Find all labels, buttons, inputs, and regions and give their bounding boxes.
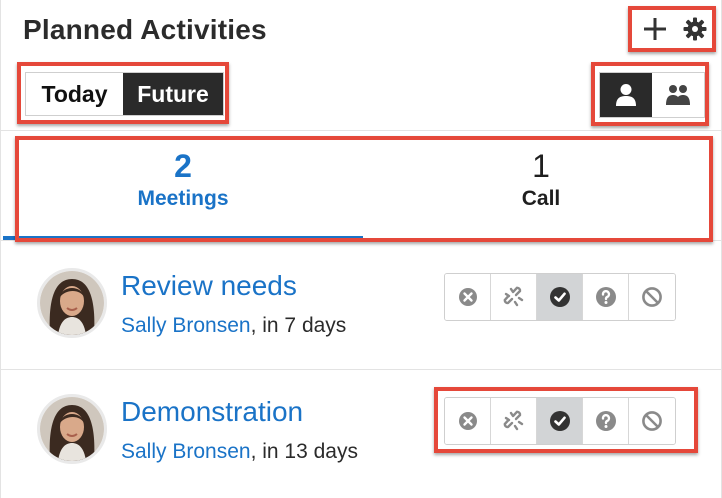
meetings-label: Meetings [137, 187, 229, 210]
list-item: Demonstration Sally Bronsen, in 13 days [1, 370, 722, 490]
list-item: Review needs Sally Bronsen, in 7 days [1, 250, 722, 370]
tentative-button[interactable] [583, 274, 629, 320]
held-button[interactable] [537, 274, 583, 320]
meeting-subtitle: Sally Bronsen, in 13 days [121, 440, 358, 464]
remove-button[interactable] [445, 274, 491, 320]
unlink-icon [503, 410, 523, 431]
held-check-icon [549, 411, 570, 431]
tentative-question-icon [595, 287, 616, 307]
held-check-icon [549, 287, 570, 307]
tab-calls[interactable]: 1 Call [381, 146, 701, 212]
due-text: , in 13 days [250, 440, 358, 463]
planned-activities-dashlet: Planned Activities Today Future 2 Meetin… [0, 0, 722, 498]
unlink-icon [503, 286, 523, 307]
tentative-button[interactable] [583, 398, 629, 444]
assigned-user-link[interactable]: Sally Bronsen [121, 440, 251, 463]
date-filter-toggle: Today Future [25, 72, 224, 116]
meetings-count: 2 [174, 148, 192, 184]
future-button[interactable]: Future [123, 73, 223, 115]
status-buttons [444, 273, 676, 321]
group-users-icon [666, 85, 690, 105]
remove-button[interactable] [445, 398, 491, 444]
avatar[interactable] [37, 268, 107, 338]
decline-button[interactable] [629, 274, 675, 320]
status-buttons [444, 397, 676, 445]
tentative-question-icon [595, 411, 616, 431]
unlink-button[interactable] [491, 274, 537, 320]
single-user-icon [616, 84, 636, 106]
header-divider [1, 130, 722, 131]
visibility-toggle [599, 72, 705, 118]
my-items-button[interactable] [600, 73, 652, 117]
assigned-user-link[interactable]: Sally Bronsen [121, 314, 251, 337]
dashlet-title: Planned Activities [23, 14, 267, 45]
due-text: , in 7 days [250, 314, 347, 337]
tabs-divider [1, 240, 722, 241]
decline-button[interactable] [629, 398, 675, 444]
calls-label: Call [521, 187, 561, 210]
team-items-button[interactable] [652, 73, 704, 117]
calls-count: 1 [532, 148, 550, 184]
avatar[interactable] [37, 394, 107, 464]
meeting-subtitle: Sally Bronsen, in 7 days [121, 314, 346, 338]
gear-icon[interactable] [682, 16, 708, 42]
decline-ban-icon [642, 411, 662, 431]
unlink-button[interactable] [491, 398, 537, 444]
remove-icon [458, 288, 477, 306]
decline-ban-icon [642, 287, 662, 307]
meeting-title-link[interactable]: Demonstration [121, 396, 303, 428]
plus-icon[interactable] [642, 16, 668, 42]
meeting-title-link[interactable]: Review needs [121, 270, 297, 302]
tab-meetings[interactable]: 2 Meetings [23, 146, 343, 212]
remove-icon [458, 412, 477, 430]
held-button[interactable] [537, 398, 583, 444]
today-button[interactable]: Today [26, 73, 123, 115]
